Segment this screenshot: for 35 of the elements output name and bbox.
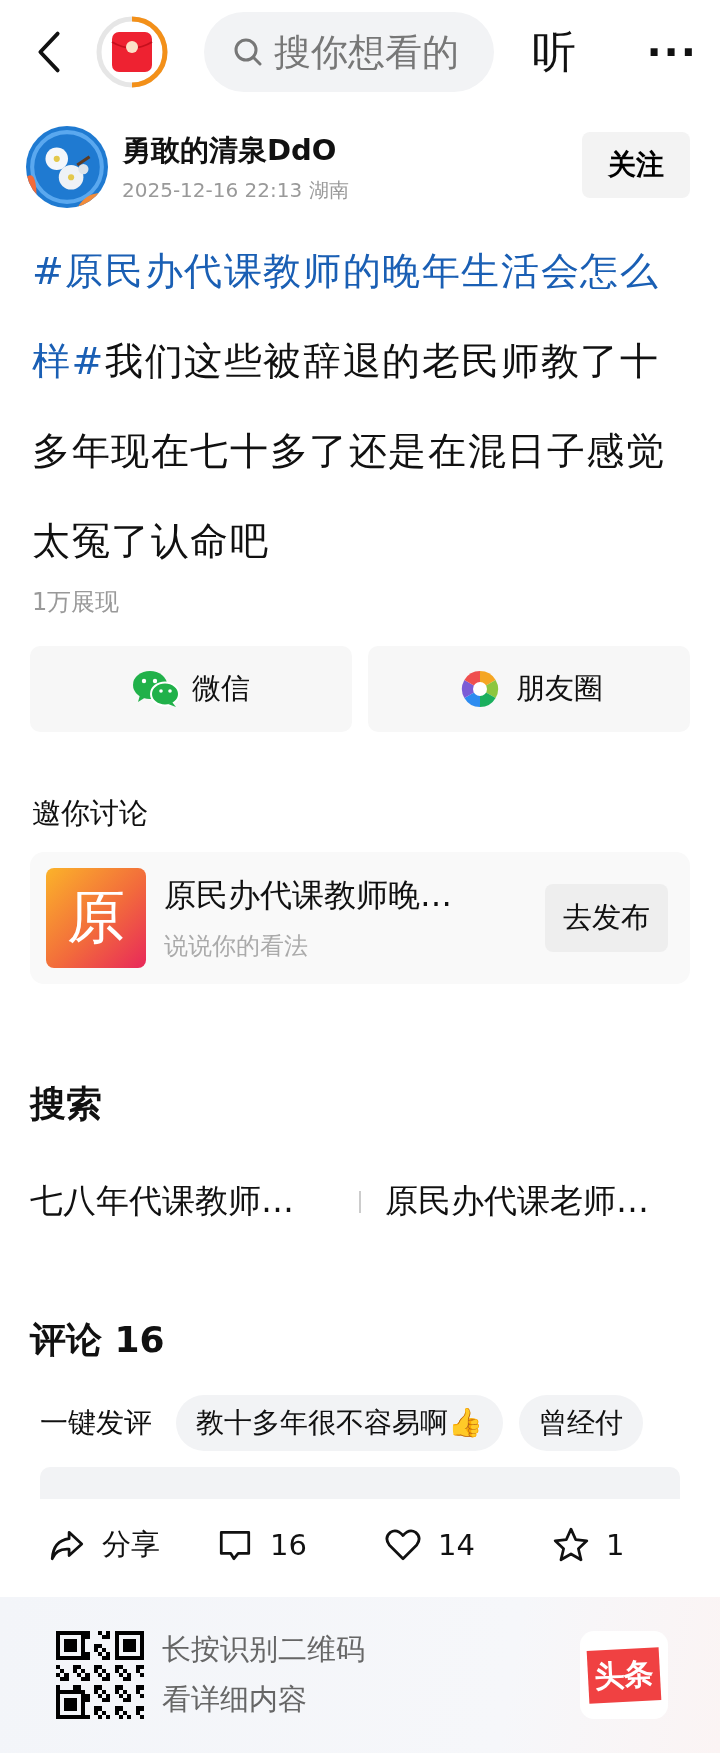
back-icon[interactable] xyxy=(36,30,62,74)
search-suggestion[interactable]: 七八年代课教师… xyxy=(30,1179,335,1224)
post-meta: 2025-12-16 22:13 湖南 xyxy=(122,176,349,204)
app-logo: 头条 xyxy=(580,1631,668,1719)
search-suggestion[interactable]: 原民办代课老师… xyxy=(385,1179,690,1224)
topic-hint: 说说你的看法 xyxy=(164,931,309,962)
share-button[interactable]: 微信 xyxy=(30,646,352,732)
toolbar-button[interactable]: 16 xyxy=(216,1526,384,1564)
chat-bubbles-icon xyxy=(132,669,180,709)
topic-title: 原民办代课教师晚… xyxy=(164,875,453,916)
section-heading: 邀你讨论 xyxy=(32,795,149,832)
post-text: #原民办代课教师的晚年生活会怎么样#我们这些被辞退的老民师教了十多年现在七十多了还是在混日子感觉太冤了认命吧 xyxy=(32,248,667,565)
publish-button[interactable]: 去发布 xyxy=(545,884,668,952)
view-count: 1万展现 xyxy=(32,587,121,618)
search-icon xyxy=(232,36,264,68)
star-icon xyxy=(552,1526,590,1564)
author-name[interactable]: 勇敢的清泉DdO xyxy=(122,130,349,171)
toolbar-button[interactable]: 14 xyxy=(384,1526,552,1564)
section-heading: 搜索 xyxy=(30,1082,103,1126)
follow-button[interactable]: 关注 xyxy=(582,132,690,198)
search-field[interactable]: 搜你想看的 xyxy=(204,12,494,92)
footer-text: 长按识别二维码 xyxy=(162,1631,365,1668)
topic-card[interactable]: 原 原民办代课教师晚… 说说你的看法 去发布 xyxy=(30,852,690,984)
quick-comment-label: 一键发评 xyxy=(40,1405,152,1441)
comment-chip[interactable]: 曾经付 xyxy=(519,1395,643,1451)
topic-badge: 原 xyxy=(46,868,146,968)
toolbar-button[interactable]: 分享 xyxy=(48,1525,216,1565)
envelope-icon[interactable] xyxy=(96,16,168,88)
more-button[interactable]: ··· xyxy=(646,29,698,75)
comment-chip[interactable]: 教十多年很不容易啊👍 xyxy=(176,1395,503,1451)
comments-heading: 评论 16 xyxy=(30,1318,166,1362)
listen-button[interactable]: 听 xyxy=(532,22,576,82)
share-button[interactable]: 朋友圈 xyxy=(368,646,690,732)
toolbar-button[interactable]: 1 xyxy=(552,1526,720,1564)
footer-text: 看详细内容 xyxy=(162,1681,308,1718)
